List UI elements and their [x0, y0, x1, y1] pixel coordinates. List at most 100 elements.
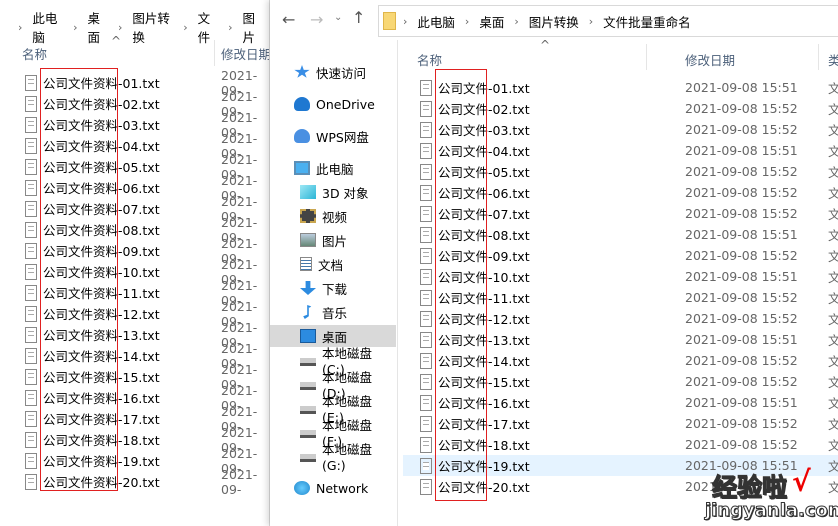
- drive-icon: [300, 454, 316, 462]
- breadcrumb-item[interactable]: 文件批量重命名: [597, 12, 697, 31]
- file-type: 文: [828, 417, 838, 432]
- file-type: 文: [828, 270, 838, 285]
- cube-icon: [300, 185, 316, 199]
- drive-icon: [300, 430, 316, 438]
- video-icon: [300, 209, 316, 223]
- drive-icon: [300, 382, 316, 390]
- file-date: 2021-09-08 15:52: [685, 374, 798, 389]
- nav-item[interactable]: 此电脑: [270, 157, 396, 179]
- annotation-box: [40, 68, 118, 491]
- right-explorer-window: ← → ⌄ ↑ › 此电脑 › 桌面 › 图片转换 › 文件批量重命名 快速访问 OneDriv…: [270, 0, 838, 526]
- nav-item[interactable]: 视频: [270, 205, 396, 227]
- computer-icon: [294, 161, 310, 175]
- text-file-icon: [25, 74, 37, 91]
- file-date: 2021-09-08 15:52: [685, 164, 798, 179]
- text-file-icon: [420, 268, 432, 285]
- address-bar[interactable]: › 此电脑 › 桌面 › 图片转换 › 文件批量重命名: [378, 5, 838, 37]
- text-file-icon: [25, 221, 37, 238]
- file-date: 2021-09-08 15:52: [685, 353, 798, 368]
- text-file-icon: [25, 305, 37, 322]
- file-date: 2021-09-08 15:52: [685, 248, 798, 263]
- file-type: 文: [828, 459, 838, 474]
- nav-item-label: 音乐: [322, 305, 348, 321]
- column-header-name[interactable]: 名称: [22, 44, 47, 63]
- file-date: 2021-09-: [221, 466, 258, 497]
- file-date: 2021-09-08 15:52: [685, 185, 798, 200]
- document-icon: [300, 257, 312, 271]
- text-file-icon: [420, 289, 432, 306]
- file-date: 2021-09-08 15:52: [685, 416, 798, 431]
- cloud-icon: [294, 97, 310, 111]
- network-icon: [294, 481, 310, 495]
- nav-item[interactable]: WPS网盘: [270, 125, 396, 147]
- text-file-icon: [420, 142, 432, 159]
- nav-item[interactable]: 文档: [270, 253, 396, 275]
- file-date: 2021-09-08 15:52: [685, 122, 798, 137]
- file-type: 文: [828, 228, 838, 243]
- text-file-icon: [25, 473, 37, 490]
- file-type: 文: [828, 438, 838, 453]
- sort-arrow-icon: ^: [111, 34, 122, 48]
- breadcrumb-item[interactable]: 文件: [192, 8, 224, 46]
- forward-button[interactable]: →: [310, 10, 323, 29]
- breadcrumb-item[interactable]: 此电脑: [411, 12, 461, 31]
- breadcrumb-item[interactable]: 此电脑: [26, 8, 69, 46]
- nav-item-label: WPS网盘: [316, 129, 369, 145]
- nav-item[interactable]: Network: [270, 477, 396, 499]
- text-file-icon: [25, 95, 37, 112]
- text-file-icon: [420, 331, 432, 348]
- file-type: 文: [828, 480, 838, 495]
- file-date: 2021-09-08 15:51: [685, 80, 798, 95]
- nav-item[interactable]: 3D 对象: [270, 181, 396, 203]
- file-type: 文: [828, 354, 838, 369]
- text-file-icon: [25, 431, 37, 448]
- text-file-icon: [25, 284, 37, 301]
- breadcrumb-item[interactable]: 桌面: [82, 8, 114, 46]
- breadcrumb-item[interactable]: 桌面: [473, 12, 510, 31]
- back-button[interactable]: ←: [282, 10, 295, 29]
- left-explorer-window: › 此电脑 › 桌面 › 图片转换 › 文件 › 图片 ^ 名称 修改日期 公司文件资料-01.t…: [0, 0, 270, 526]
- column-header-type[interactable]: 类: [828, 50, 838, 69]
- nav-item[interactable]: OneDrive: [270, 93, 396, 115]
- nav-item[interactable]: 本地磁盘 (G:): [270, 442, 396, 473]
- nav-item[interactable]: 下载: [270, 277, 396, 299]
- text-file-icon: [420, 394, 432, 411]
- recent-dropdown-button[interactable]: ⌄: [334, 12, 342, 23]
- file-date: 2021-09-08 15:52: [685, 437, 798, 452]
- nav-item-label: 3D 对象: [322, 185, 369, 201]
- file-type: 文: [828, 375, 838, 390]
- breadcrumb-item[interactable]: 图片转换: [126, 8, 179, 46]
- text-file-icon: [25, 263, 37, 280]
- file-type: 文: [828, 123, 838, 138]
- text-file-icon: [420, 79, 432, 96]
- nav-item-label: OneDrive: [316, 96, 375, 112]
- nav-item[interactable]: 快速访问: [270, 61, 396, 83]
- chevron-right-icon: ›: [18, 20, 23, 34]
- text-file-icon: [25, 200, 37, 217]
- chevron-right-icon: ›: [464, 15, 470, 28]
- chevron-right-icon: ›: [588, 15, 594, 28]
- text-file-icon: [420, 478, 432, 495]
- column-header-name[interactable]: 名称: [417, 50, 442, 69]
- breadcrumb-item[interactable]: 图片转换: [523, 12, 585, 31]
- file-type: 文: [828, 396, 838, 411]
- up-button[interactable]: ↑: [352, 8, 365, 27]
- file-type: 文: [828, 81, 838, 96]
- text-file-icon: [420, 163, 432, 180]
- column-header-modified[interactable]: 修改日期: [685, 50, 735, 69]
- breadcrumb-item[interactable]: 图片: [237, 8, 269, 46]
- text-file-icon: [25, 410, 37, 427]
- text-file-icon: [420, 310, 432, 327]
- file-date: 2021-09-08 15:52: [685, 290, 798, 305]
- nav-item[interactable]: 音乐: [270, 301, 396, 323]
- text-file-icon: [25, 158, 37, 175]
- column-header-modified[interactable]: 修改日期: [221, 44, 269, 63]
- folder-icon: [383, 12, 396, 30]
- nav-item[interactable]: 图片: [270, 229, 396, 251]
- drive-icon: [300, 406, 316, 414]
- text-file-icon: [25, 116, 37, 133]
- text-file-icon: [25, 368, 37, 385]
- file-type: 文: [828, 207, 838, 222]
- text-file-icon: [420, 373, 432, 390]
- file-type: 文: [828, 186, 838, 201]
